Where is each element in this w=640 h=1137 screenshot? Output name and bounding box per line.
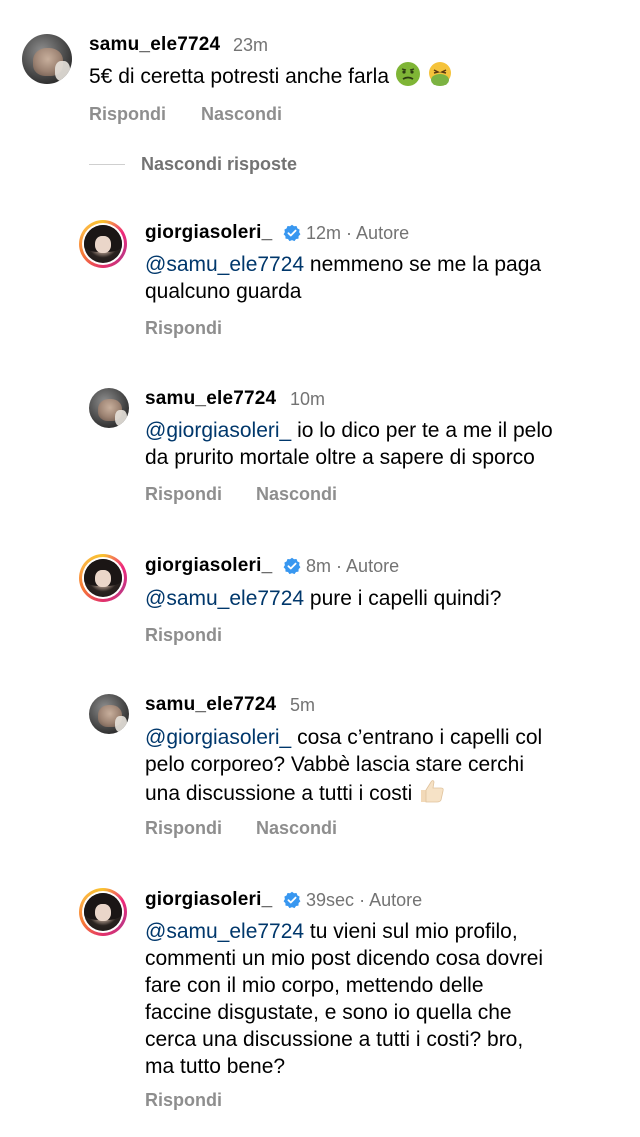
reply-comment: giorgiasoleri_ 12m · Autore @samu_ele772… (0, 210, 640, 350)
mention-link[interactable]: @samu_ele7724 (145, 253, 304, 276)
hide-button[interactable]: Nascondi (201, 104, 282, 125)
vomiting-face-emoji (427, 61, 453, 94)
reply-text: @samu_ele7724 pure i capelli quindi? (145, 585, 501, 612)
reply-meta: 39sec · Autore (306, 890, 422, 911)
reply-button[interactable]: Rispondi (145, 818, 222, 839)
hide-button[interactable]: Nascondi (256, 818, 337, 839)
nauseated-face-emoji (395, 61, 421, 94)
reply-meta: 12m · Autore (306, 223, 409, 244)
comment-text: 5€ di ceretta potresti anche farla (89, 61, 453, 94)
reply-username[interactable]: giorgiasoleri_ (145, 222, 272, 244)
reply-username[interactable]: samu_ele7724 (145, 694, 276, 716)
reply-time: 5m (290, 695, 316, 715)
reply-line-text: pure i capelli quindi? (304, 587, 502, 610)
reply-meta: 8m · Autore (306, 556, 399, 577)
meta-separator: · (346, 223, 353, 243)
reply-username[interactable]: giorgiasoleri_ (145, 555, 272, 577)
reply-button[interactable]: Rispondi (145, 318, 222, 339)
thumbs-up-emoji (418, 778, 446, 811)
reply-text: @samu_ele7724 tu vieni sul mio profilo, … (145, 918, 543, 1080)
reply-time: 8m (306, 556, 332, 576)
avatar-samu[interactable] (89, 694, 129, 734)
reply-username[interactable]: giorgiasoleri_ (145, 889, 272, 911)
comment-username[interactable]: samu_ele7724 (89, 34, 220, 56)
reply-time: 39sec (306, 890, 355, 910)
author-label: Autore (369, 890, 423, 910)
reply-line: ma tutto bene? (145, 1055, 286, 1078)
hide-replies-button[interactable]: Nascondi risposte (141, 154, 297, 175)
reply-time: 10m (290, 389, 326, 409)
reply-button[interactable]: Rispondi (145, 625, 222, 646)
reply-button[interactable]: Rispondi (145, 484, 222, 505)
reply-text: @giorgiasoleri_ cosa c’entrano i capelli… (145, 724, 542, 811)
reply-comment: samu_ele7724 10m @giorgiasoleri_ io lo d… (0, 378, 640, 518)
reply-line: @giorgiasoleri_ io lo dico per te a me i… (145, 417, 553, 444)
reply-text: @giorgiasoleri_ io lo dico per te a me i… (145, 417, 553, 471)
verified-badge-icon (283, 557, 301, 575)
reply-line: da prurito mortale oltre a sapere di spo… (145, 446, 535, 469)
reply-line: @samu_ele7724 nemmeno se me la paga (145, 251, 541, 278)
comment-time: 23m (233, 35, 269, 55)
reply-line: pelo corporeo? Vabbè lascia stare cerchi (145, 753, 524, 776)
reply-line: una discussione a tutti i costi (145, 778, 542, 811)
avatar-samu[interactable] (89, 388, 129, 428)
reply-line-text: nemmeno se me la paga (304, 253, 542, 276)
reply-line-text: cosa c’entrano i capelli col (291, 726, 543, 749)
reply-comment: giorgiasoleri_ 39sec · Autore @samu_ele7… (0, 878, 640, 1128)
avatar-giorgia[interactable] (79, 888, 127, 936)
meta-separator: · (336, 556, 343, 576)
avatar-giorgia[interactable] (79, 554, 127, 602)
reply-button[interactable]: Rispondi (89, 104, 166, 125)
comment-thread: samu_ele7724 23m 5€ di ceretta potresti … (0, 0, 640, 1137)
author-label: Autore (356, 223, 410, 243)
reply-line: faccine disgustate, e sono io quella che (145, 1001, 512, 1024)
reply-username[interactable]: samu_ele7724 (145, 388, 276, 410)
reply-comment: giorgiasoleri_ 8m · Autore @samu_ele7724… (0, 544, 640, 654)
reply-line-text: tu vieni sul mio profilo, (304, 920, 518, 943)
mention-link[interactable]: @samu_ele7724 (145, 920, 304, 943)
verified-badge-icon (283, 891, 301, 909)
reply-comment: samu_ele7724 5m @giorgiasoleri_ cosa c’e… (0, 684, 640, 854)
mention-link[interactable]: @samu_ele7724 (145, 587, 304, 610)
meta-separator: · (359, 890, 366, 910)
reply-line-text: una discussione a tutti i costi (145, 782, 413, 805)
comment-text-content: 5€ di ceretta potresti anche farla (89, 65, 390, 88)
reply-line: @samu_ele7724 tu vieni sul mio profilo, (145, 918, 543, 945)
mention-link[interactable]: @giorgiasoleri_ (145, 726, 291, 749)
avatar-giorgia[interactable] (79, 220, 127, 268)
reply-line: @samu_ele7724 pure i capelli quindi? (145, 585, 501, 612)
mention-link[interactable]: @giorgiasoleri_ (145, 419, 291, 442)
top-comment: samu_ele7724 23m 5€ di ceretta potresti … (0, 0, 640, 150)
reply-text: @samu_ele7724 nemmeno se me la paga qual… (145, 251, 541, 305)
reply-line: fare con il mio corpo, mettendo delle (145, 974, 484, 997)
reply-line: commenti un mio post dicendo cosa dovrei (145, 947, 544, 970)
avatar-samu[interactable] (22, 34, 72, 84)
author-label: Autore (346, 556, 400, 576)
reply-line: cerca una discussione a tutti i costi? b… (145, 1028, 524, 1051)
reply-button[interactable]: Rispondi (145, 1090, 222, 1111)
replies-divider-line (89, 164, 125, 165)
reply-time: 12m (306, 223, 342, 243)
reply-line-text: io lo dico per te a me il pelo (291, 419, 553, 442)
reply-line: qualcuno guarda (145, 280, 302, 303)
verified-badge-icon (283, 224, 301, 242)
hide-button[interactable]: Nascondi (256, 484, 337, 505)
reply-line: @giorgiasoleri_ cosa c’entrano i capelli… (145, 724, 542, 751)
